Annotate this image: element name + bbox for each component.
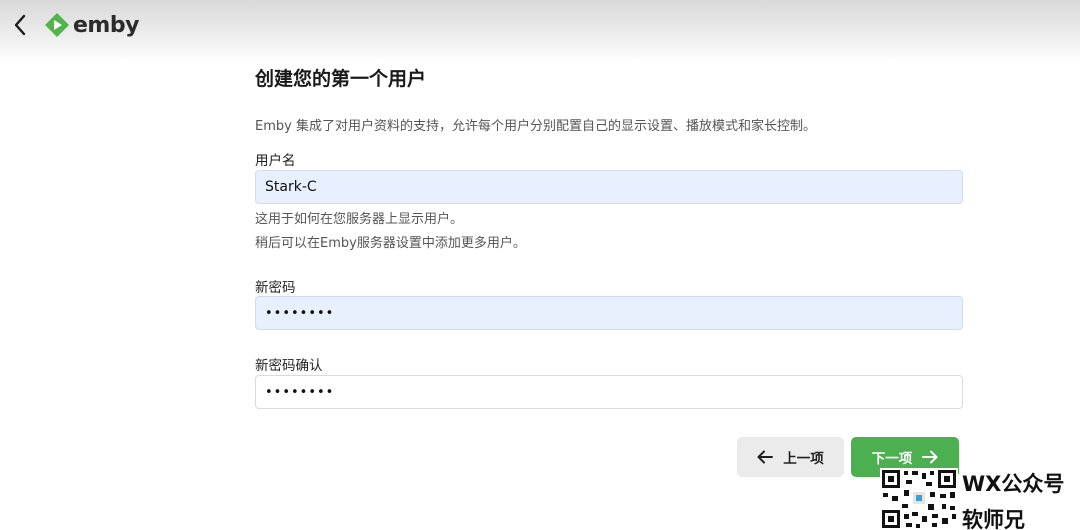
watermark-line-1: WX公众号: [962, 472, 1065, 496]
qr-code-icon: [880, 468, 958, 530]
back-button[interactable]: [6, 10, 34, 40]
emby-logo-icon: [45, 13, 69, 37]
page-description: Emby 集成了对用户资料的支持，允许每个用户分别配置自己的显示设置、播放模式和…: [255, 119, 816, 134]
arrow-right-icon: [922, 450, 938, 464]
password-confirm-label: 新密码确认: [255, 358, 323, 374]
watermark: WX公众号 软师兄: [880, 468, 1080, 530]
top-app-bar: emby: [0, 0, 1080, 62]
previous-button-label: 上一项: [783, 451, 824, 467]
username-help-line-2: 稍后可以在Emby服务器设置中添加更多用户。: [255, 236, 526, 251]
page-title: 创建您的第一个用户: [255, 68, 427, 90]
password-input[interactable]: [255, 296, 963, 330]
logo-text: emby: [73, 12, 139, 38]
arrow-left-icon: [757, 450, 774, 464]
username-label: 用户名: [255, 153, 296, 169]
emby-logo[interactable]: emby: [44, 9, 139, 41]
chevron-left-icon: [14, 14, 26, 36]
watermark-line-2: 软师兄: [962, 508, 1025, 530]
next-button-label: 下一项: [871, 451, 913, 467]
password-confirm-input[interactable]: [255, 375, 963, 409]
username-help-line-1: 这用于如何在您服务器上显示用户。: [255, 212, 464, 227]
password-label: 新密码: [255, 280, 296, 296]
previous-button[interactable]: 上一项: [737, 437, 844, 477]
username-input[interactable]: [255, 170, 963, 204]
